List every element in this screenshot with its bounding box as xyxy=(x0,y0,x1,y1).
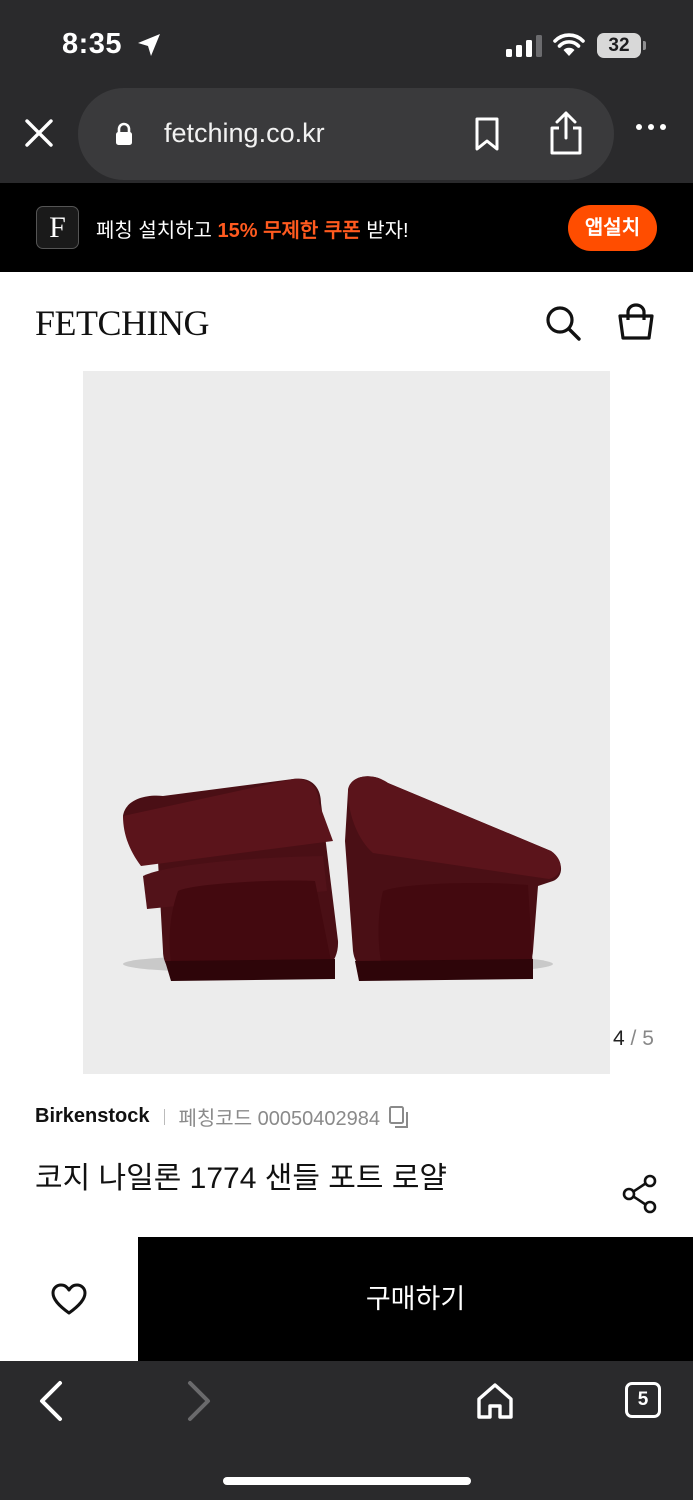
wifi-icon xyxy=(553,33,585,56)
site-header: FETCHING xyxy=(0,272,693,370)
buy-button[interactable]: 구매하기 xyxy=(138,1237,693,1361)
share-nodes-icon[interactable] xyxy=(622,1174,658,1214)
brand-row: Birkenstock 페칭코드 00050402984 xyxy=(35,1102,410,1131)
status-time: 8:35 xyxy=(62,28,123,60)
divider xyxy=(163,1108,165,1125)
browser-bottom-toolbar: 5 xyxy=(0,1361,693,1500)
browser-top-chrome: 8:35 32 fetching.co.kr xyxy=(0,0,693,183)
image-counter: 4 / 5 xyxy=(613,1027,654,1050)
tabs-button[interactable]: 5 xyxy=(625,1382,661,1418)
chevron-left-icon[interactable] xyxy=(34,1379,68,1423)
site-logo[interactable]: FETCHING xyxy=(35,302,210,344)
product-image[interactable] xyxy=(83,371,610,1074)
purchase-bar: 구매하기 xyxy=(0,1237,693,1361)
wishlist-button[interactable] xyxy=(0,1237,138,1361)
close-icon[interactable] xyxy=(22,116,56,150)
chevron-right-icon[interactable] xyxy=(182,1379,216,1423)
copy-icon[interactable] xyxy=(388,1105,410,1129)
sandals-photo xyxy=(123,776,562,981)
home-indicator[interactable] xyxy=(223,1477,471,1485)
banner-text: 페칭 설치하고 15% 무제한 쿠폰 받자! xyxy=(96,220,409,242)
bookmark-icon[interactable] xyxy=(472,116,502,152)
lock-icon xyxy=(116,122,132,145)
url-text: fetching.co.kr xyxy=(164,118,325,148)
url-bar[interactable]: fetching.co.kr xyxy=(78,88,614,180)
product-code: 페칭코드 00050402984 xyxy=(178,1108,381,1130)
cellular-signal-icon xyxy=(506,33,542,57)
app-logo: F xyxy=(36,206,79,249)
search-icon[interactable] xyxy=(543,303,583,343)
brand-name[interactable]: Birkenstock xyxy=(35,1105,150,1128)
heart-icon xyxy=(51,1283,87,1315)
app-install-banner: F 페칭 설치하고 15% 무제한 쿠폰 받자! 앱설치 xyxy=(0,183,693,272)
battery-level: 32 xyxy=(608,35,630,56)
product-title: 코지 나일론 1774 샌들 포트 로얄 xyxy=(35,1162,448,1195)
install-app-button[interactable]: 앱설치 xyxy=(568,205,657,251)
shopping-bag-icon[interactable] xyxy=(616,302,656,342)
location-arrow-icon xyxy=(138,34,160,56)
battery-indicator: 32 xyxy=(597,33,646,58)
share-icon[interactable] xyxy=(546,110,586,156)
home-icon[interactable] xyxy=(475,1381,515,1421)
more-icon[interactable] xyxy=(636,124,666,130)
